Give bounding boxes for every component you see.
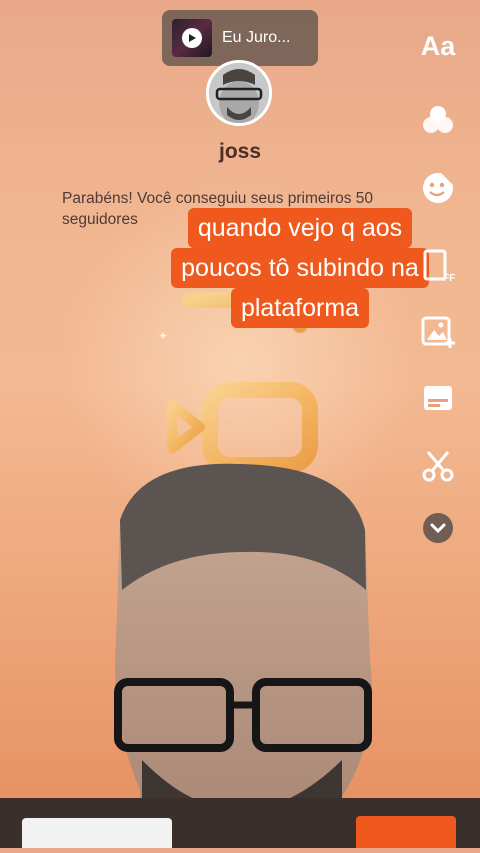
circles-icon[interactable]	[414, 98, 462, 142]
svg-text:✦: ✦	[158, 329, 168, 343]
image-add-icon[interactable]	[414, 310, 462, 354]
bottom-right-button[interactable]	[356, 816, 456, 848]
username: joss	[218, 140, 262, 163]
bottom-left-button[interactable]	[22, 818, 172, 848]
play-icon	[182, 28, 202, 48]
chevron-down-icon[interactable]	[414, 506, 462, 550]
caption-line: poucos tô subindo na	[171, 248, 429, 288]
caption-overlay[interactable]: quando vejo q aos poucos tô subindo na p…	[150, 208, 450, 328]
captions-icon[interactable]	[414, 376, 462, 420]
music-title: Eu Juro...	[222, 29, 291, 46]
music-thumbnail	[172, 19, 212, 57]
music-selector[interactable]: Eu Juro...	[162, 10, 318, 66]
text-tool-label: Aa	[420, 30, 456, 61]
camera-feed-person	[80, 460, 410, 848]
filter-icon[interactable]: FF	[414, 244, 462, 288]
avatar	[206, 60, 272, 126]
caption-line: plataforma	[230, 288, 370, 328]
caption-line: quando vejo q aos	[187, 208, 413, 248]
text-tool[interactable]: Aa	[414, 24, 462, 68]
sticker-icon[interactable]	[414, 166, 462, 210]
scissors-icon[interactable]	[414, 444, 462, 488]
svg-text:FF: FF	[443, 273, 455, 283]
